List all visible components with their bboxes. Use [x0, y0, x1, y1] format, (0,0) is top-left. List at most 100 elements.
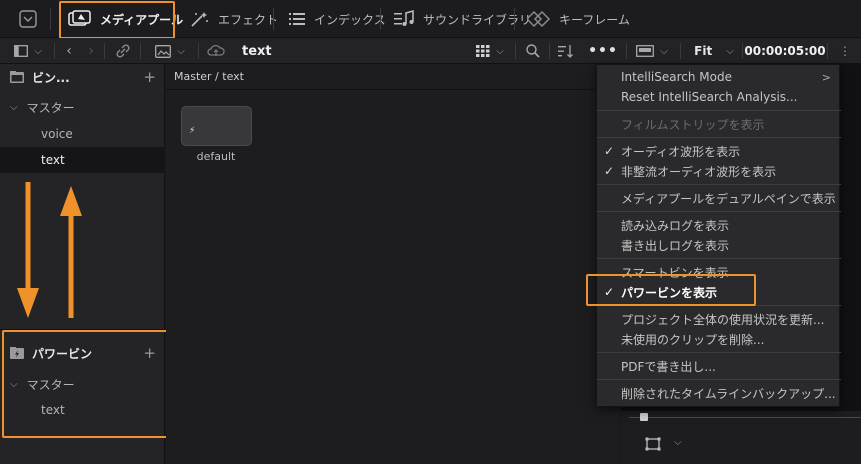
chevron-down-icon: ⌵	[10, 101, 18, 113]
zoom-dropdown[interactable]: Fit ⌵	[690, 38, 738, 64]
panel-toggle-button[interactable]: ⌵	[8, 38, 48, 64]
chevron-down-icon: ⌵	[34, 45, 42, 57]
menu-item-export-pdf[interactable]: PDFで書き出し...	[597, 356, 841, 376]
toolbar-divider	[140, 43, 141, 59]
toolbar-divider	[827, 43, 828, 59]
chevron-down-icon: ⌵	[726, 45, 734, 57]
toolbar-divider	[549, 43, 550, 59]
media-pool-toolbar: ⌵ ‹ › ⌵ text ⌵ ••• ⌵ Fit ⌵ 00:00:05:00 ⋮	[0, 38, 861, 104]
menu-item-label: フィルムストリップを表示	[621, 117, 765, 132]
workspace-toggle-icon	[19, 10, 37, 28]
toolbar-divider	[626, 43, 627, 59]
checkmark-icon: ✓	[604, 285, 615, 299]
tree-item-label: text	[41, 403, 65, 417]
viewer-controls: ⌵	[621, 411, 861, 464]
menu-item-update-usage[interactable]: プロジェクト全体の使用状況を更新...	[597, 309, 841, 329]
scrub-bar[interactable]	[629, 417, 861, 418]
zoom-label: Fit	[694, 44, 713, 58]
menu-separator	[597, 184, 841, 185]
viewer-options-button[interactable]: ⋮	[836, 38, 854, 64]
panel-divider	[0, 329, 165, 330]
power-tree-item-text[interactable]: text	[0, 397, 165, 423]
tab-keyframes[interactable]: キーフレーム	[527, 0, 630, 38]
menu-separator	[597, 379, 841, 380]
submenu-arrow-icon: >	[821, 70, 831, 84]
timecode-display: 00:00:05:00	[744, 44, 826, 58]
tab-effects-label: エフェクト	[218, 12, 279, 27]
tab-index[interactable]: インデックス	[288, 0, 386, 38]
checkmark-icon: ✓	[604, 164, 615, 178]
ellipsis-icon: •••	[588, 43, 618, 59]
menu-item-deleted-timeline-backups[interactable]: 削除されたタイムラインバックアップ...	[597, 383, 841, 403]
power-tree-item-master[interactable]: ⌵ マスター	[0, 371, 165, 397]
playhead[interactable]	[640, 413, 648, 421]
menu-item-show-power-bins[interactable]: ✓ パワービンを表示	[597, 282, 841, 302]
media-pool-icon	[68, 10, 91, 26]
menu-separator	[597, 211, 841, 212]
add-bin-button[interactable]: +	[143, 68, 156, 86]
menu-item-label: 書き出しログを表示	[621, 238, 730, 253]
chevron-down-icon[interactable]: ⌵	[674, 437, 682, 448]
menu-item-label: プロジェクト全体の使用状況を更新...	[621, 312, 825, 327]
power-bin-icon	[10, 347, 24, 359]
menu-item-show-unrectified-waveform[interactable]: ✓ 非整流オーディオ波形を表示	[597, 161, 841, 181]
media-pool-content: Master / text ⚡ default	[166, 64, 620, 464]
menu-item-label: 読み込みログを表示	[621, 218, 730, 233]
tree-item-text[interactable]: text	[0, 147, 165, 173]
tree-item-master[interactable]: ⌵ マスター	[0, 94, 165, 120]
menu-item-show-filmstrip: フィルムストリップを表示	[597, 114, 841, 134]
tab-media-pool[interactable]: メディアプール	[68, 0, 183, 38]
menu-item-label: オーディオ波形を表示	[621, 144, 741, 159]
toolbar-divider	[515, 43, 516, 59]
top-tab-bar: メディアプール エフェクト インデックス サウンドライブラリ キーフレーム	[0, 0, 861, 39]
tab-divider	[514, 8, 515, 30]
forward-button[interactable]: ›	[84, 38, 98, 64]
tab-effects[interactable]: エフェクト	[190, 0, 278, 38]
tree-item-label: マスター	[26, 100, 75, 115]
menu-item-label: 未使用のクリップを削除...	[621, 332, 765, 347]
tree-item-label: voice	[41, 127, 73, 141]
tab-index-label: インデックス	[314, 12, 386, 27]
tree-item-voice[interactable]: voice	[0, 121, 165, 147]
power-bins-header: パワービン +	[0, 340, 165, 366]
import-media-button[interactable]: ⌵	[148, 38, 192, 64]
image-add-icon	[155, 44, 172, 58]
toolbar-divider	[742, 43, 743, 59]
unlink-button[interactable]	[112, 38, 134, 64]
tab-divider	[273, 8, 274, 30]
arrow-down-annotation	[17, 182, 39, 318]
clip-thumbnail[interactable]: ⚡	[181, 106, 252, 146]
chevron-down-icon: ⌵	[496, 45, 504, 57]
menu-item-label: 削除されたタイムラインバックアップ...	[621, 386, 836, 401]
sort-button[interactable]	[555, 38, 577, 64]
toolbar-divider	[54, 43, 55, 59]
tab-sound-library[interactable]: サウンドライブラリ	[393, 0, 531, 38]
cloud-sync-button[interactable]	[205, 38, 227, 64]
back-button[interactable]: ‹	[62, 38, 76, 64]
menu-item-show-export-log[interactable]: 書き出しログを表示	[597, 235, 841, 255]
menu-item-reset-intellisearch[interactable]: Reset IntelliSearch Analysis...	[597, 87, 841, 107]
options-menu: IntelliSearch Mode > Reset IntelliSearch…	[596, 64, 841, 407]
link-icon	[116, 44, 130, 58]
menu-item-remove-unused-clips[interactable]: 未使用のクリップを削除...	[597, 329, 841, 349]
keyframes-icon	[527, 11, 551, 27]
monitor-layout-button[interactable]: ⌵	[632, 38, 672, 64]
menu-item-show-audio-waveform[interactable]: ✓ オーディオ波形を表示	[597, 141, 841, 161]
breadcrumb: Master / text	[166, 64, 620, 90]
arrow-up-annotation	[60, 186, 82, 318]
chevron-down-icon: ⌵	[177, 45, 185, 57]
menu-item-intellisearch-mode[interactable]: IntelliSearch Mode >	[597, 67, 841, 87]
thumbnail-view-button[interactable]: ⌵	[470, 38, 510, 64]
vertical-dots-icon: ⋮	[839, 44, 851, 58]
menu-item-show-smart-bins[interactable]: スマートビンを表示	[597, 262, 841, 282]
crop-icon[interactable]	[645, 437, 661, 451]
toolbar-divider	[104, 43, 105, 59]
menu-separator	[597, 258, 841, 259]
workspace-toggle-button[interactable]	[18, 0, 38, 38]
menu-item-dual-pane[interactable]: メディアプールをデュアルペインで表示	[597, 188, 841, 208]
menu-item-show-import-log[interactable]: 読み込みログを表示	[597, 215, 841, 235]
add-power-bin-button[interactable]: +	[143, 344, 156, 362]
menu-item-label: PDFで書き出し...	[621, 359, 716, 374]
search-button[interactable]	[522, 38, 544, 64]
more-options-button[interactable]: •••	[588, 38, 618, 64]
